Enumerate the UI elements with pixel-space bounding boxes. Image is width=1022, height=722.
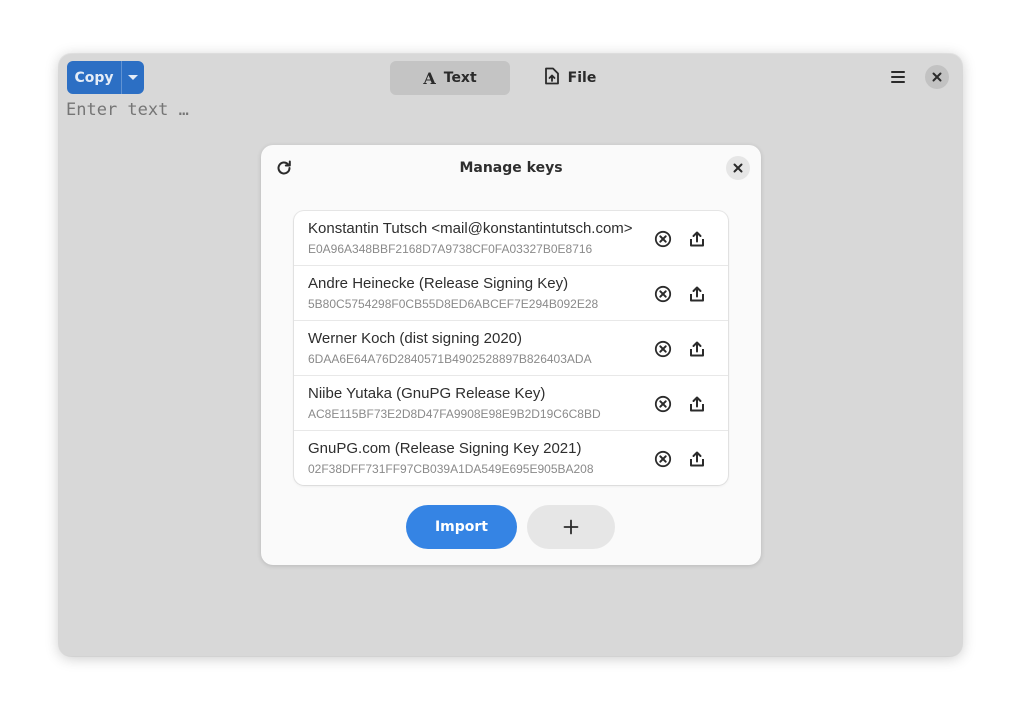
tab-file[interactable]: File <box>510 61 630 95</box>
tab-text[interactable]: A Text <box>390 61 510 95</box>
tab-text-label: Text <box>443 70 477 86</box>
import-button-label: Import <box>434 519 489 535</box>
remove-key-button[interactable] <box>652 338 674 360</box>
pan-down-icon <box>128 75 138 80</box>
key-fingerprint: 02F38DFF731FF97CB039A1DA549E695E905BA208 <box>308 462 594 476</box>
export-key-button[interactable] <box>686 338 708 360</box>
dialog-title: Manage keys <box>459 160 563 176</box>
export-key-button[interactable] <box>686 283 708 305</box>
key-fingerprint: AC8E115BF73E2D8D47FA9908E98E9B2D19C6C8BD <box>308 407 601 421</box>
copy-button[interactable]: Copy <box>67 61 121 94</box>
hamburger-menu-icon-bar <box>891 76 905 78</box>
export-key-button[interactable] <box>686 448 708 470</box>
remove-circle-icon <box>654 285 672 303</box>
key-row: Konstantin Tutsch <mail@konstantintutsch… <box>294 211 728 266</box>
export-key-button[interactable] <box>686 228 708 250</box>
text-icon: A <box>423 68 436 88</box>
close-icon <box>733 163 743 173</box>
key-name: Werner Koch (dist signing 2020) <box>308 330 522 347</box>
key-name: GnuPG.com (Release Signing Key 2021) <box>308 440 582 457</box>
tab-file-label: File <box>567 70 597 86</box>
key-list: Konstantin Tutsch <mail@konstantintutsch… <box>294 211 728 485</box>
add-key-button[interactable] <box>527 505 615 549</box>
key-fingerprint: E0A96A348BBF2168D7A9738CF0FA03327B0E8716 <box>308 242 593 256</box>
dialog-close-button[interactable] <box>726 156 750 180</box>
hamburger-menu-icon-bar <box>891 81 905 83</box>
remove-key-button[interactable] <box>652 228 674 250</box>
remove-circle-icon <box>654 230 672 248</box>
export-key-button[interactable] <box>686 393 708 415</box>
remove-circle-icon <box>654 450 672 468</box>
plus-icon <box>563 519 579 535</box>
key-row: Andre Heinecke (Release Signing Key) 5B8… <box>294 266 728 321</box>
file-upload-icon <box>544 67 560 89</box>
manage-keys-dialog: Manage keys Konstantin Tutsch <mail@kons… <box>261 145 761 565</box>
mode-switcher: A Text File <box>390 61 630 95</box>
export-share-icon <box>690 231 704 247</box>
window-close-button[interactable] <box>925 65 949 89</box>
remove-key-button[interactable] <box>652 448 674 470</box>
key-row: GnuPG.com (Release Signing Key 2021) 02F… <box>294 431 728 485</box>
key-fingerprint: 6DAA6E64A76D2840571B4902528897B826403ADA <box>308 352 592 366</box>
export-share-icon <box>690 396 704 412</box>
remove-circle-icon <box>654 395 672 413</box>
export-share-icon <box>690 341 704 357</box>
hamburger-menu-icon-bar <box>891 71 905 73</box>
export-share-icon <box>690 286 704 302</box>
key-row: Werner Koch (dist signing 2020) 6DAA6E64… <box>294 321 728 376</box>
key-name: Konstantin Tutsch <mail@konstantintutsch… <box>308 220 633 237</box>
key-name: Niibe Yutaka (GnuPG Release Key) <box>308 385 546 402</box>
key-fingerprint: 5B80C5754298F0CB55D8ED6ABCEF7E294B092E28 <box>308 297 599 311</box>
remove-circle-icon <box>654 340 672 358</box>
main-menu-button[interactable] <box>885 64 911 90</box>
remove-key-button[interactable] <box>652 393 674 415</box>
key-row: Niibe Yutaka (GnuPG Release Key) AC8E115… <box>294 376 728 431</box>
remove-key-button[interactable] <box>652 283 674 305</box>
copy-split-button: Copy <box>67 61 144 94</box>
key-name: Andre Heinecke (Release Signing Key) <box>308 275 569 292</box>
export-share-icon <box>690 451 704 467</box>
copy-options-dropdown[interactable] <box>122 61 144 94</box>
import-button[interactable]: Import <box>406 505 517 549</box>
window-close-icon <box>932 72 942 82</box>
copy-button-label: Copy <box>74 69 114 86</box>
